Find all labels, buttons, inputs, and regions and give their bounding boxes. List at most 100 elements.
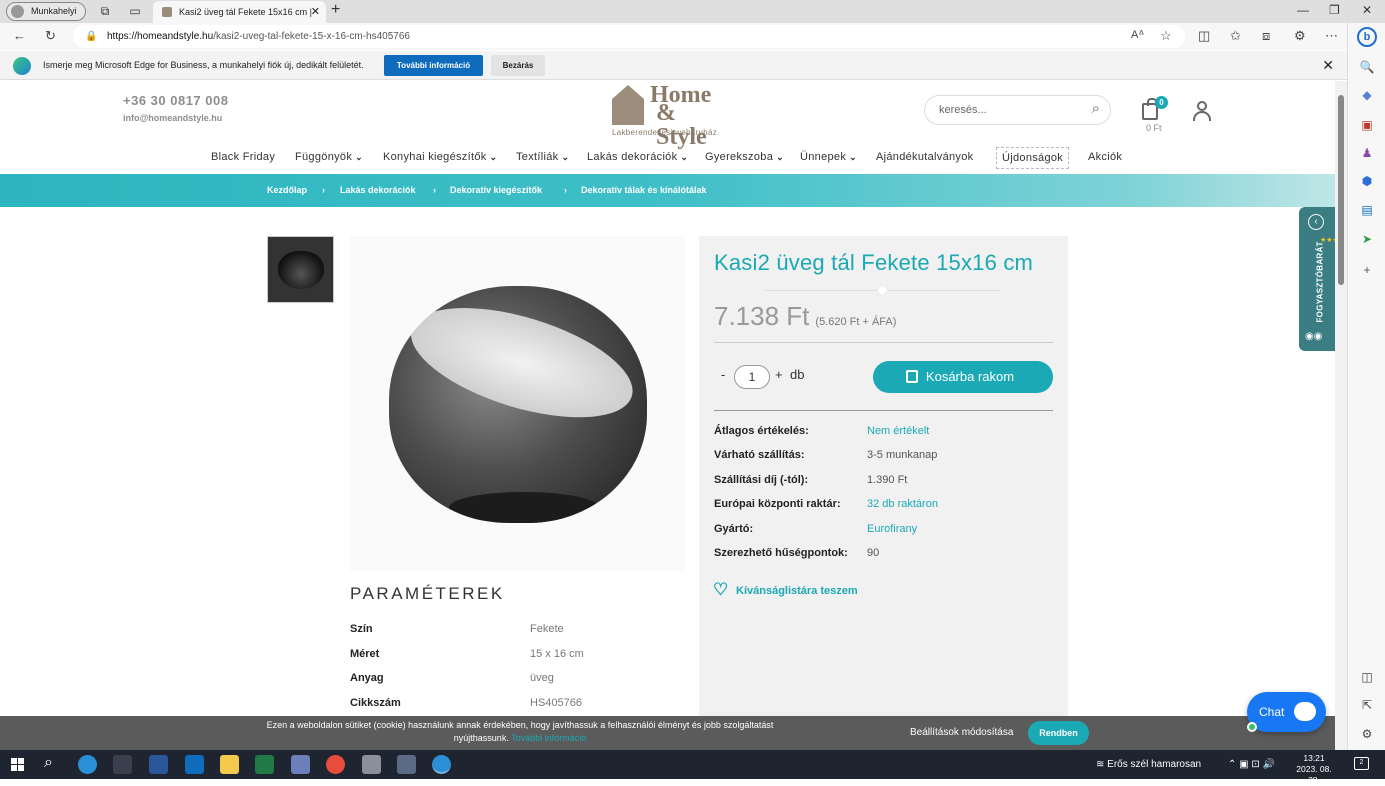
tools-icon[interactable]: ▣	[1359, 117, 1375, 133]
infobar-message: Ismerje meg Microsoft Edge for Business,…	[43, 60, 364, 70]
breadcrumb-item[interactable]: Lakás dekorációk	[340, 174, 416, 207]
header-email[interactable]: info@homeandstyle.hu	[123, 113, 222, 123]
chevron-down-icon: ⌄	[489, 152, 498, 162]
refresh-icon[interactable]: ↻	[45, 28, 56, 44]
system-tray[interactable]: ⌃ ▣ ⊡ 🔊	[1228, 750, 1275, 779]
cart-button[interactable]: 0	[1142, 96, 1168, 122]
excel-icon[interactable]	[255, 755, 274, 774]
taskbar-clock[interactable]: 13:21 2023. 08. 28.	[1296, 753, 1332, 786]
drop-icon[interactable]: ➤	[1359, 231, 1375, 247]
infobar-more-button[interactable]: További információ	[384, 55, 483, 76]
outlook-icon[interactable]: ▤	[1359, 202, 1375, 218]
product-main-image[interactable]	[350, 236, 685, 571]
collections-icon[interactable]: ⧈	[1262, 28, 1270, 44]
header-phone[interactable]: +36 30 0817 008	[123, 93, 228, 108]
favorites-icon[interactable]: ✩	[1230, 28, 1241, 44]
qty-unit: db	[790, 367, 805, 382]
close-window-icon[interactable]: ✕	[1362, 3, 1372, 17]
add-to-cart-button[interactable]: Kosárba rakom	[873, 361, 1053, 393]
restore-icon[interactable]: ❐	[1329, 3, 1340, 17]
profile-button[interactable]: Munkahelyi	[6, 2, 86, 21]
product-thumbnail[interactable]	[267, 236, 334, 303]
extensions-icon[interactable]: ⚙	[1294, 28, 1306, 44]
tab-actions-icon[interactable]: ▭	[128, 4, 142, 18]
favorite-star-icon[interactable]: ☆	[1160, 28, 1172, 44]
nav-gyerekszoba[interactable]: Gyerekszoba ⌄	[705, 145, 784, 169]
microsoft365-icon[interactable]: ⬢	[1359, 173, 1375, 189]
chevron-down-icon: ⌄	[561, 152, 570, 162]
main-nav: Black Friday Függönyök ⌄ Konyhai kiegészí…	[0, 145, 1335, 169]
shopping-tag-icon[interactable]: ◆	[1359, 87, 1375, 103]
word-icon[interactable]	[149, 755, 168, 774]
cart-total: 0 Ft	[1146, 123, 1162, 133]
url-field[interactable]: 🔒 https://homeandstyle.hu/kasi2-uveg-tal-…	[73, 25, 1185, 48]
windows-start-icon[interactable]	[11, 758, 24, 771]
sidebar-layout-icon[interactable]: ◫	[1359, 669, 1375, 685]
infobar-dismiss-icon[interactable]: ✕	[1322, 57, 1334, 74]
user-account-icon[interactable]	[1193, 101, 1211, 121]
search-icon[interactable]: ⌕	[1092, 95, 1100, 123]
nav-textiliak[interactable]: Textíliák ⌄	[516, 145, 569, 169]
qty-increase-button[interactable]: +	[775, 367, 783, 382]
copilot-icon[interactable]: b	[1357, 27, 1377, 47]
nav-unnepek[interactable]: Ünnepek ⌄	[800, 145, 857, 169]
notification-icon[interactable]: 2	[1354, 757, 1369, 770]
chat-button[interactable]: Chat	[1247, 692, 1326, 732]
accessibility-badge[interactable]: ‹ FOGYASZTÓBARÁT ★★★★★ ◉◉	[1299, 207, 1335, 351]
web-page: +36 30 0817 008 info@homeandstyle.hu Hom…	[0, 81, 1335, 750]
logo-subtitle: Lakberendezési webáruház	[612, 128, 718, 137]
cookie-accept-button[interactable]: Rendben	[1028, 721, 1089, 745]
qty-input[interactable]: 1	[734, 365, 770, 389]
edge-taskbar-icon[interactable]	[78, 755, 97, 774]
split-screen-icon[interactable]: ◫	[1198, 28, 1210, 44]
breadcrumb-separator: ›	[322, 185, 325, 195]
taskbar-search-icon[interactable]: ⌕	[44, 754, 53, 772]
sidebar-search-icon[interactable]: 🔍	[1359, 59, 1375, 75]
more-menu-icon[interactable]: ⋯	[1325, 28, 1338, 44]
breadcrumb-item[interactable]: Dekoratív kiegészítők	[450, 174, 542, 207]
weather-widget[interactable]: ≋ Erős szél hamarosan	[1096, 750, 1201, 779]
nav-akciok[interactable]: Akciók	[1088, 145, 1122, 169]
nav-lakas-dekoraciok[interactable]: Lakás dekorációk ⌄	[587, 145, 688, 169]
minimize-icon[interactable]: —	[1297, 3, 1309, 17]
breadcrumb-item[interactable]: Kezdőlap	[267, 174, 307, 207]
qty-decrease-button[interactable]: -	[721, 367, 725, 382]
page-scrollbar[interactable]	[1335, 81, 1347, 750]
product-title: Kasi2 üveg tál Fekete 15x16 cm	[714, 250, 1034, 275]
nav-konyhai-kiegeszitok[interactable]: Konyhai kiegészítők ⌄	[383, 145, 497, 169]
nav-ajandekutalvanyok[interactable]: Ajándékutalványok	[876, 145, 973, 169]
read-aloud-icon[interactable]: Aᐞ	[1131, 28, 1144, 41]
logo-text-style: & Style	[656, 100, 707, 150]
close-tab-icon[interactable]: ✕	[311, 1, 320, 23]
chrome-icon[interactable]	[326, 755, 345, 774]
outlook-taskbar-icon[interactable]	[185, 755, 204, 774]
nav-ujdonsagok[interactable]: Újdonságok	[996, 147, 1070, 169]
edge-active-taskbar-icon[interactable]	[432, 755, 451, 774]
chevron-down-icon: ⌄	[849, 152, 857, 162]
new-tab-icon[interactable]: +	[331, 1, 340, 19]
chevron-left-icon[interactable]: ‹	[1308, 214, 1324, 230]
sidebar-settings-icon[interactable]: ⚙	[1359, 726, 1375, 742]
chevron-down-icon: ⌄	[355, 152, 363, 162]
file-explorer-icon[interactable]	[220, 755, 239, 774]
network-app-icon[interactable]	[291, 755, 310, 774]
cookie-settings-link[interactable]: Beállítások módosítása	[910, 716, 1013, 750]
wishlist-button[interactable]: ♡ Kívánságlistára teszem	[713, 581, 858, 598]
back-icon[interactable]: ←	[13, 28, 26, 43]
nav-black-friday[interactable]: Black Friday	[211, 145, 275, 169]
cookie-more-link[interactable]: További információ	[511, 733, 586, 743]
add-sidebar-app-icon[interactable]: +	[1359, 262, 1375, 278]
site-logo[interactable]: Home & Style Lakberendezési webáruház	[612, 83, 724, 149]
paint-icon[interactable]	[362, 755, 381, 774]
breadcrumb-separator: ›	[564, 185, 567, 195]
browser-tab[interactable]: Kasi2 üveg tál Fekete 15x16 cm | ✕	[153, 1, 326, 23]
calculator-icon[interactable]	[113, 755, 132, 774]
open-external-icon[interactable]: ⇱	[1359, 697, 1375, 713]
document-app-icon[interactable]	[397, 755, 416, 774]
games-icon[interactable]: ♟	[1359, 145, 1375, 161]
search-input[interactable]: keresés... ⌕	[924, 95, 1111, 125]
workspaces-icon[interactable]: ⧉	[98, 4, 112, 18]
infobar-close-button[interactable]: Bezárás	[491, 55, 545, 76]
scrollbar-thumb[interactable]	[1338, 95, 1344, 285]
nav-fuggonyok[interactable]: Függönyök ⌄	[295, 145, 363, 169]
